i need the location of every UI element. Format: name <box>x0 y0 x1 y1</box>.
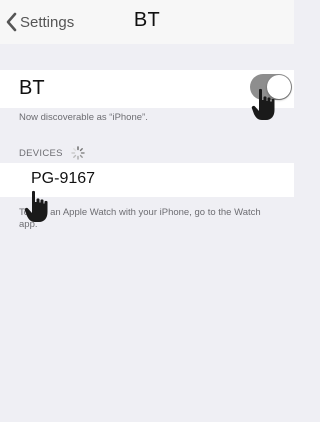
bluetooth-label: BT <box>19 77 45 99</box>
device-name: PG-9167 <box>31 170 96 187</box>
hand-pointer-icon <box>24 190 48 222</box>
page-title: BT <box>133 9 161 31</box>
devices-header: DEVICES <box>19 146 85 160</box>
apple-watch-note: To pair an Apple Watch with your iPhone,… <box>19 207 261 230</box>
hand-pointer-icon <box>251 88 275 120</box>
devices-header-label: DEVICES <box>19 147 63 159</box>
section-spacer <box>0 44 294 70</box>
discoverable-text: Now discoverable as “iPhone”. <box>19 112 148 123</box>
loading-spinner-icon <box>71 146 85 160</box>
navigation-bar: Settings BT <box>0 0 294 44</box>
